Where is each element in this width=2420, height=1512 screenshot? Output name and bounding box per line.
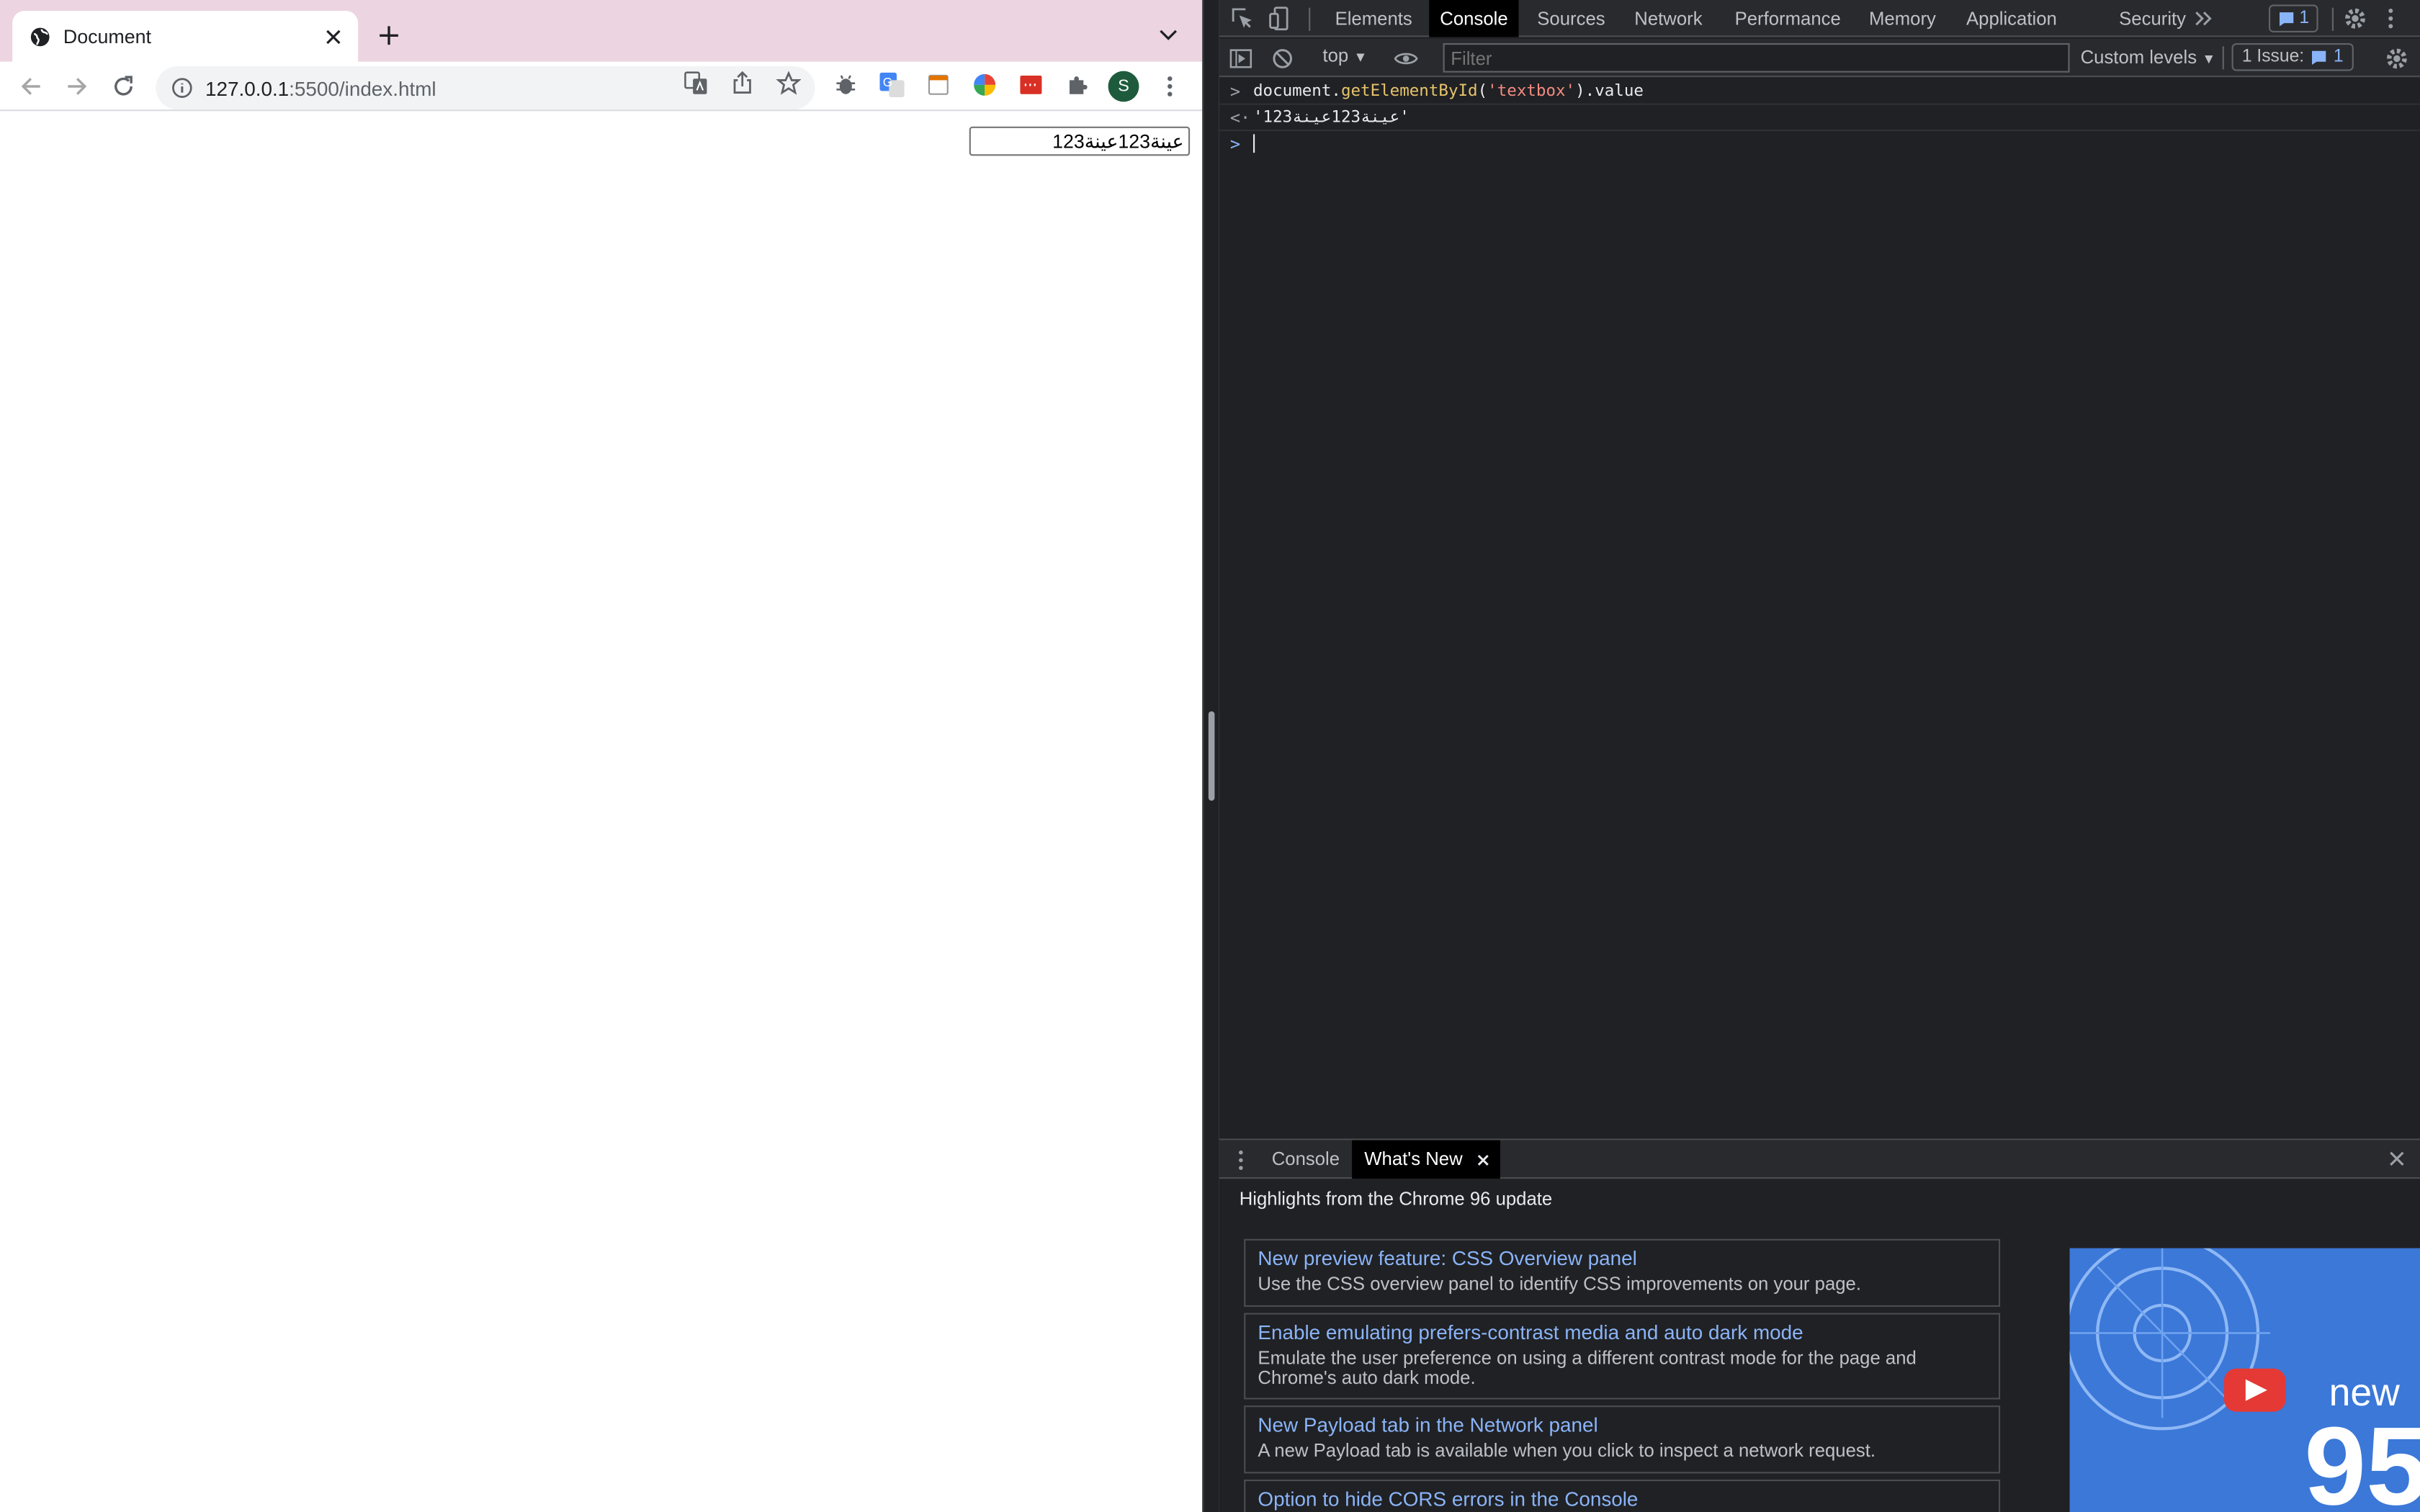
card-description: Use the CSS overview panel to identify C…	[1258, 1272, 1862, 1295]
svg-text:G: G	[883, 75, 892, 89]
console-result-line: <· '123عينة123عينة'	[1219, 105, 2420, 132]
prompt-caret	[1253, 134, 1255, 154]
color-picker-extension-icon[interactable]	[972, 73, 997, 97]
log-levels-label: Custom levels	[2080, 46, 2197, 68]
tab-performance[interactable]: Performance	[1724, 0, 1852, 37]
inspect-element-icon[interactable]	[1230, 6, 1255, 31]
share-icon[interactable]	[730, 71, 755, 96]
bookmark-star-icon[interactable]	[776, 71, 802, 96]
drawer-tab-whats-new[interactable]: What's New	[1352, 1140, 1500, 1179]
extensions-puzzle-icon[interactable]	[1065, 73, 1090, 97]
whats-new-card[interactable]: Enable emulating prefers-contrast media …	[1244, 1313, 2001, 1400]
toolbar-divider	[2331, 7, 2334, 31]
device-toolbar-icon[interactable]	[1268, 6, 1293, 31]
whats-new-card[interactable]: New preview feature: CSS Overview panel …	[1244, 1238, 2001, 1307]
tab-console[interactable]: Console	[1429, 0, 1519, 37]
tab-strip: Document	[0, 0, 1203, 62]
whats-new-heading: Highlights from the Chrome 96 update	[1239, 1188, 1553, 1210]
log-levels-dropdown[interactable]: Custom levels ▼	[2081, 46, 2216, 68]
console-toolbar: top ▼ Custom levels ▼ 1 Issue: 1	[1219, 38, 2420, 78]
profile-avatar[interactable]: S	[1108, 71, 1139, 102]
message-icon	[2279, 12, 2293, 26]
console-output[interactable]: > document.getElementById('textbox').val…	[1219, 78, 2420, 1138]
browser-tab-document[interactable]: Document	[12, 11, 359, 62]
issues-button[interactable]: 1 Issue: 1	[2231, 43, 2354, 71]
devtools-panel: Elements Console Sources Network Perform…	[1219, 0, 2420, 1512]
clear-console-icon[interactable]	[1270, 46, 1295, 71]
translate-icon[interactable]	[684, 71, 708, 96]
toolbar-divider	[1309, 7, 1311, 31]
devtools-drawer: Console What's New Highlights from the C…	[1219, 1138, 2420, 1512]
card-title-link[interactable]: Option to hide CORS errors in the Consol…	[1258, 1488, 1986, 1512]
context-selector[interactable]: top ▼	[1322, 45, 1367, 66]
new-tab-icon[interactable]	[374, 20, 405, 51]
tab-security[interactable]: Security	[2108, 0, 2197, 37]
issues-badge-count: 1	[2299, 9, 2310, 28]
forward-arrow-icon[interactable]	[62, 71, 93, 102]
devtools-menu-icon[interactable]	[2385, 6, 2409, 31]
sidebar-toggle-icon[interactable]	[1229, 46, 1253, 71]
context-label: top	[1322, 45, 1349, 67]
password-extension-icon[interactable]	[1018, 73, 1043, 97]
page-content	[0, 112, 1203, 1512]
tab-memory[interactable]: Memory	[1858, 0, 1947, 37]
close-tab-icon[interactable]	[1476, 1154, 1489, 1166]
message-icon	[2311, 50, 2326, 64]
dropdown-arrow-icon: ▼	[2202, 50, 2216, 67]
url-text[interactable]: 127.0.0.1:5500/index.html	[205, 76, 815, 99]
tab-sources[interactable]: Sources	[1526, 0, 1615, 37]
browser-window: Document 127.0.0.1:5500/index.html G S ع…	[0, 0, 1203, 1512]
devtools-splitter[interactable]	[1202, 0, 1219, 1512]
whats-new-card[interactable]: Option to hide CORS errors in the Consol…	[1244, 1480, 2001, 1512]
tab-elements[interactable]: Elements	[1325, 0, 1423, 37]
issues-count: 1	[2333, 48, 2344, 67]
live-expression-eye-icon[interactable]	[1394, 46, 1418, 71]
bug-extension-icon[interactable]	[833, 73, 858, 97]
console-command: document.getElementById('textbox').value	[1253, 81, 1644, 101]
browser-menu-icon[interactable]	[1164, 74, 1176, 99]
tab-application[interactable]: Application	[1955, 0, 2068, 37]
issues-badge[interactable]: 1	[2269, 4, 2318, 33]
console-settings-gear-icon[interactable]	[2385, 46, 2409, 71]
textbox-input[interactable]	[969, 126, 1191, 156]
address-bar[interactable]: 127.0.0.1:5500/index.html	[156, 66, 815, 110]
promo-version-number: 95	[2304, 1405, 2420, 1512]
devtools-main-toolbar: Elements Console Sources Network Perform…	[1219, 0, 2420, 37]
dropdown-arrow-icon: ▼	[1353, 49, 1368, 65]
card-title-link[interactable]: New preview feature: CSS Overview panel	[1258, 1246, 1986, 1271]
card-description: Emulate the user preference on using a d…	[1258, 1346, 1917, 1389]
console-input-line: > document.getElementById('textbox').val…	[1219, 78, 2420, 105]
splitter-grip[interactable]	[1208, 711, 1215, 801]
drawer-menu-icon[interactable]	[1234, 1148, 1247, 1172]
tab-network[interactable]: Network	[1623, 0, 1713, 37]
result-arrow-icon: <·	[1229, 108, 1251, 128]
card-title-link[interactable]: New Payload tab in the Network panel	[1258, 1413, 1986, 1438]
chrome-update-video-thumbnail[interactable]: new 95	[2069, 1248, 2420, 1512]
whats-new-card[interactable]: New Payload tab in the Network panel A n…	[1244, 1405, 2001, 1474]
back-arrow-icon[interactable]	[15, 71, 46, 102]
prompt-chevron-icon: >	[1229, 134, 1241, 155]
console-filter-input[interactable]	[1443, 43, 2070, 73]
tab-search-chevron-icon[interactable]	[1156, 22, 1180, 46]
card-title-link[interactable]: Enable emulating prefers-contrast media …	[1258, 1320, 1986, 1345]
issues-label: 1 Issue:	[2241, 48, 2305, 67]
card-description: A new Payload tab is available when you …	[1258, 1439, 1876, 1462]
drawer-tab-console[interactable]: Console	[1260, 1140, 1353, 1179]
close-tab-icon[interactable]	[320, 22, 348, 50]
prompt-chevron-icon: >	[1229, 81, 1241, 102]
tab-title: Document	[63, 25, 151, 48]
console-prompt[interactable]: >	[1219, 131, 2420, 157]
drawer-tabbar: Console What's New	[1219, 1140, 2420, 1179]
google-translate-extension-icon[interactable]: G	[879, 72, 905, 97]
more-tabs-chevron-icon[interactable]	[2190, 6, 2215, 31]
globe-icon	[30, 25, 51, 47]
reload-icon[interactable]	[108, 71, 139, 102]
settings-gear-icon[interactable]	[2343, 6, 2367, 31]
toolbar-divider	[2222, 46, 2224, 70]
drawer-tab-label: What's New	[1364, 1148, 1463, 1170]
calendar-extension-icon[interactable]	[926, 73, 951, 97]
site-info-icon[interactable]	[171, 77, 193, 99]
close-drawer-icon[interactable]	[2388, 1149, 2406, 1168]
console-result: '123عينة123عينة'	[1253, 108, 1410, 127]
